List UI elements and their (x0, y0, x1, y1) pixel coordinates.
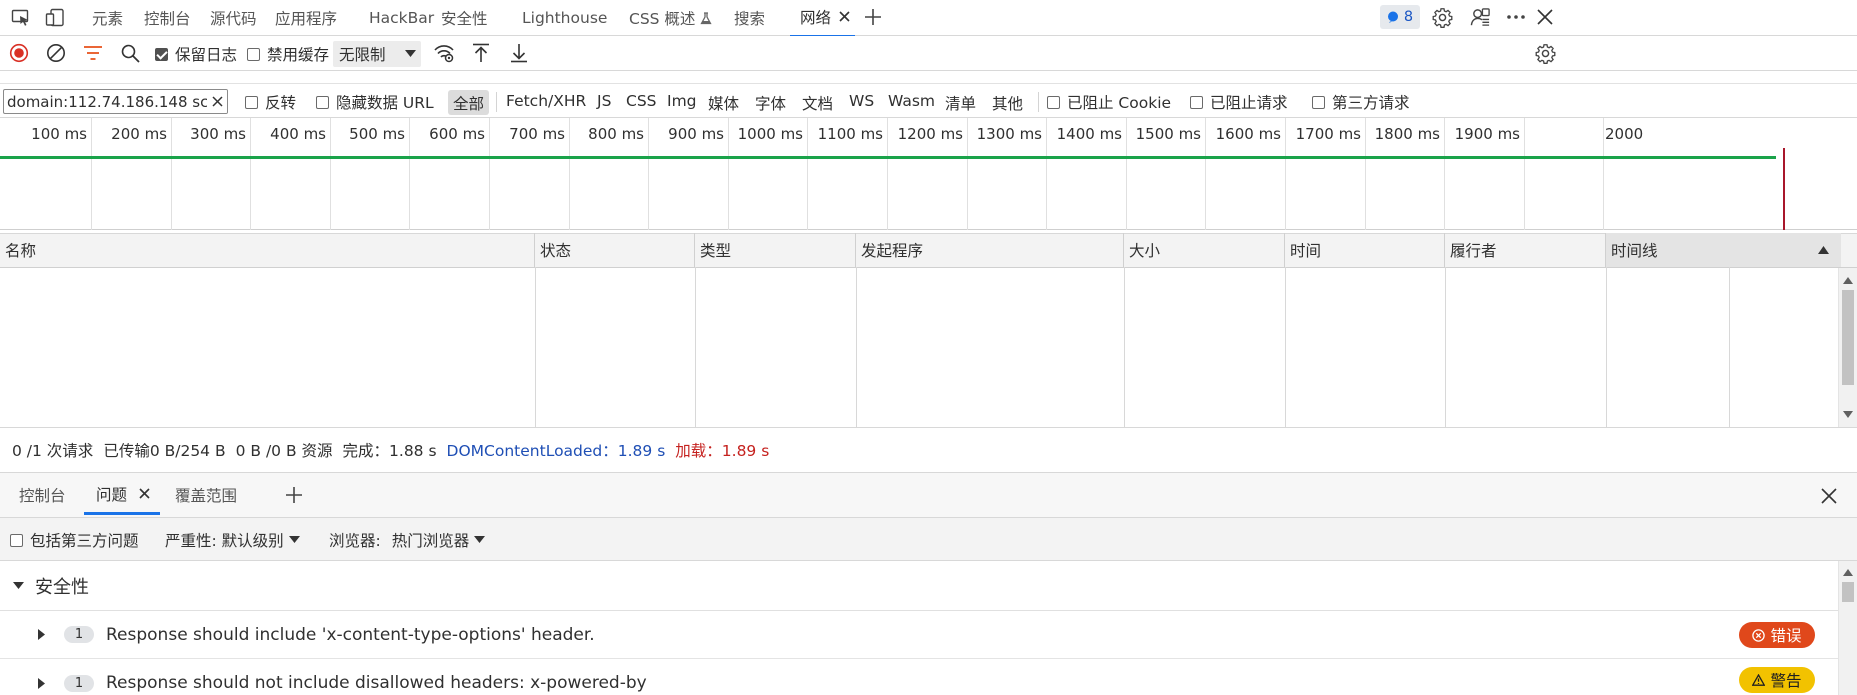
status-dom-content-loaded: DOMContentLoaded：1.89 s (446, 442, 666, 460)
status-transferred: 已传输0 B/254 B (103, 442, 226, 460)
overview-gridline (1524, 118, 1525, 230)
overview-gridline (1603, 118, 1604, 230)
triangle-right-icon (38, 629, 45, 640)
overview-tick-label: 1100 ms (817, 125, 883, 143)
table-scrollbar[interactable] (1838, 268, 1857, 427)
issue-text: Response should include 'x-content-type-… (106, 624, 595, 645)
col-header-type[interactable]: 类型 (695, 233, 856, 267)
status-requests: 0 /1 次请求 (12, 442, 94, 460)
scroll-down-icon[interactable] (1843, 411, 1853, 418)
error-badge-label: 错误 (1770, 627, 1802, 645)
issues-scrollbar[interactable] (1838, 561, 1857, 695)
overview-tick-label: 1400 ms (1056, 125, 1122, 143)
include-third-party-check[interactable] (10, 533, 23, 547)
overview-tick-label: 2000 (1605, 125, 1644, 143)
error-badge: 错误 (1739, 622, 1815, 648)
status-resources: 0 B /0 B 资源 (235, 442, 333, 460)
browser-label: 浏览器: (329, 532, 381, 550)
col-header-initiator[interactable]: 发起程序 (856, 233, 1124, 267)
overview-tick-label: 1800 ms (1374, 125, 1440, 143)
severity-select[interactable]: 严重性: 默认级别 (165, 528, 300, 552)
col-header-waterfall[interactable]: 时间线 (1606, 233, 1841, 267)
include-third-party-label: 包括第三方问题 (30, 532, 139, 550)
column-divider (1445, 267, 1446, 427)
issue-row[interactable]: 1 Response should not include disallowed… (0, 659, 1838, 695)
col-header-name[interactable]: 名称 (0, 233, 535, 267)
drawer-tab-bar: 控制台 问题 覆盖范围 (0, 473, 1857, 518)
issue-text: Response should not include disallowed h… (106, 673, 647, 693)
overview-tick-label: 600 ms (429, 125, 485, 143)
column-divider (1124, 267, 1125, 427)
overview-tick-label: 1300 ms (976, 125, 1042, 143)
col-header-status[interactable]: 状态 (535, 233, 695, 267)
col-header-size[interactable]: 大小 (1124, 233, 1285, 267)
browser-select[interactable]: 浏览器: 热门浏览器 (329, 528, 486, 552)
scrollbar-thumb[interactable] (1842, 582, 1854, 602)
drawer-tab-coverage[interactable]: 覆盖范围 (175, 475, 237, 515)
drawer-tab-issues-label: 问题 (96, 485, 128, 504)
include-third-party-checkbox[interactable]: 包括第三方问题 (10, 528, 139, 552)
drawer-tab-issues[interactable]: 问题 (84, 475, 160, 515)
warning-badge-label: 警告 (1770, 672, 1802, 690)
issue-row[interactable]: 1 Response should include 'x-content-typ… (0, 611, 1838, 659)
issue-count-badge: 1 (64, 626, 94, 643)
overview-tick-label: 700 ms (509, 125, 565, 143)
overview-tick-label: 1900 ms (1454, 125, 1520, 143)
warning-triangle-icon (1752, 674, 1766, 686)
add-drawer-tab-icon[interactable] (283, 484, 305, 506)
col-header-time[interactable]: 时间 (1285, 233, 1445, 267)
overview-timeline[interactable]: 100 ms 200 ms 300 ms 400 ms 500 ms 600 ms 700 … (0, 118, 1857, 230)
column-divider (1285, 267, 1286, 427)
overview-tick-label: 100 ms (31, 125, 87, 143)
chevron-down-icon (288, 536, 300, 543)
overview-tick-label: 800 ms (588, 125, 644, 143)
overview-tick-label: 1600 ms (1215, 125, 1281, 143)
issue-category-security[interactable]: 安全性 (0, 561, 1838, 611)
waterfall-grid-line (1729, 267, 1730, 427)
chevron-down-icon (474, 536, 486, 543)
column-divider (695, 267, 696, 427)
sort-ascending-icon (1818, 246, 1829, 254)
close-drawer-icon[interactable] (1817, 484, 1841, 508)
scrollbar-thumb[interactable] (1842, 290, 1854, 385)
status-finish: 完成：1.88 s (342, 442, 437, 460)
issues-list: 安全性 1 Response should include 'x-content… (0, 561, 1838, 695)
error-circle-icon (1752, 628, 1766, 642)
overview-tick-label: 1500 ms (1135, 125, 1201, 143)
overview-tick-label: 400 ms (270, 125, 326, 143)
col-header-fulfilled-by[interactable]: 履行者 (1445, 233, 1606, 267)
scroll-up-icon[interactable] (1843, 569, 1853, 576)
triangle-right-icon (38, 677, 45, 689)
overview-tick-label: 200 ms (111, 125, 167, 143)
load-event-marker (1783, 148, 1785, 230)
column-divider (535, 267, 536, 427)
browser-value: 热门浏览器 (391, 532, 470, 550)
overview-tick-label: 1200 ms (897, 125, 963, 143)
overview-progress-line (0, 156, 1776, 159)
severity-value: 严重性: 默认级别 (165, 532, 284, 550)
overview-tick-label: 1000 ms (737, 125, 803, 143)
status-load: 加载：1.89 s (675, 442, 770, 460)
close-icon[interactable] (139, 488, 150, 499)
drawer-tab-console[interactable]: 控制台 (19, 475, 66, 515)
scroll-up-icon[interactable] (1843, 277, 1853, 284)
overview-tick-label: 300 ms (190, 125, 246, 143)
issues-toolbar: 包括第三方问题 严重性: 默认级别 浏览器: 热门浏览器 (0, 518, 1857, 561)
column-divider (1606, 267, 1607, 427)
overview-tick-label: 900 ms (668, 125, 724, 143)
overview-tick-label: 500 ms (349, 125, 405, 143)
issue-count-badge: 1 (64, 674, 94, 692)
triangle-down-icon (13, 581, 24, 589)
warning-badge: 警告 (1739, 667, 1815, 693)
column-divider (856, 267, 857, 427)
network-status-bar: 0 /1 次请求 已传输0 B/254 B 0 B /0 B 资源 完成：1.8… (0, 427, 1857, 473)
issue-category-label: 安全性 (35, 576, 89, 598)
request-table-body (0, 268, 1840, 427)
overview-tick-label: 1700 ms (1295, 125, 1361, 143)
col-header-waterfall-label: 时间线 (1611, 242, 1658, 260)
